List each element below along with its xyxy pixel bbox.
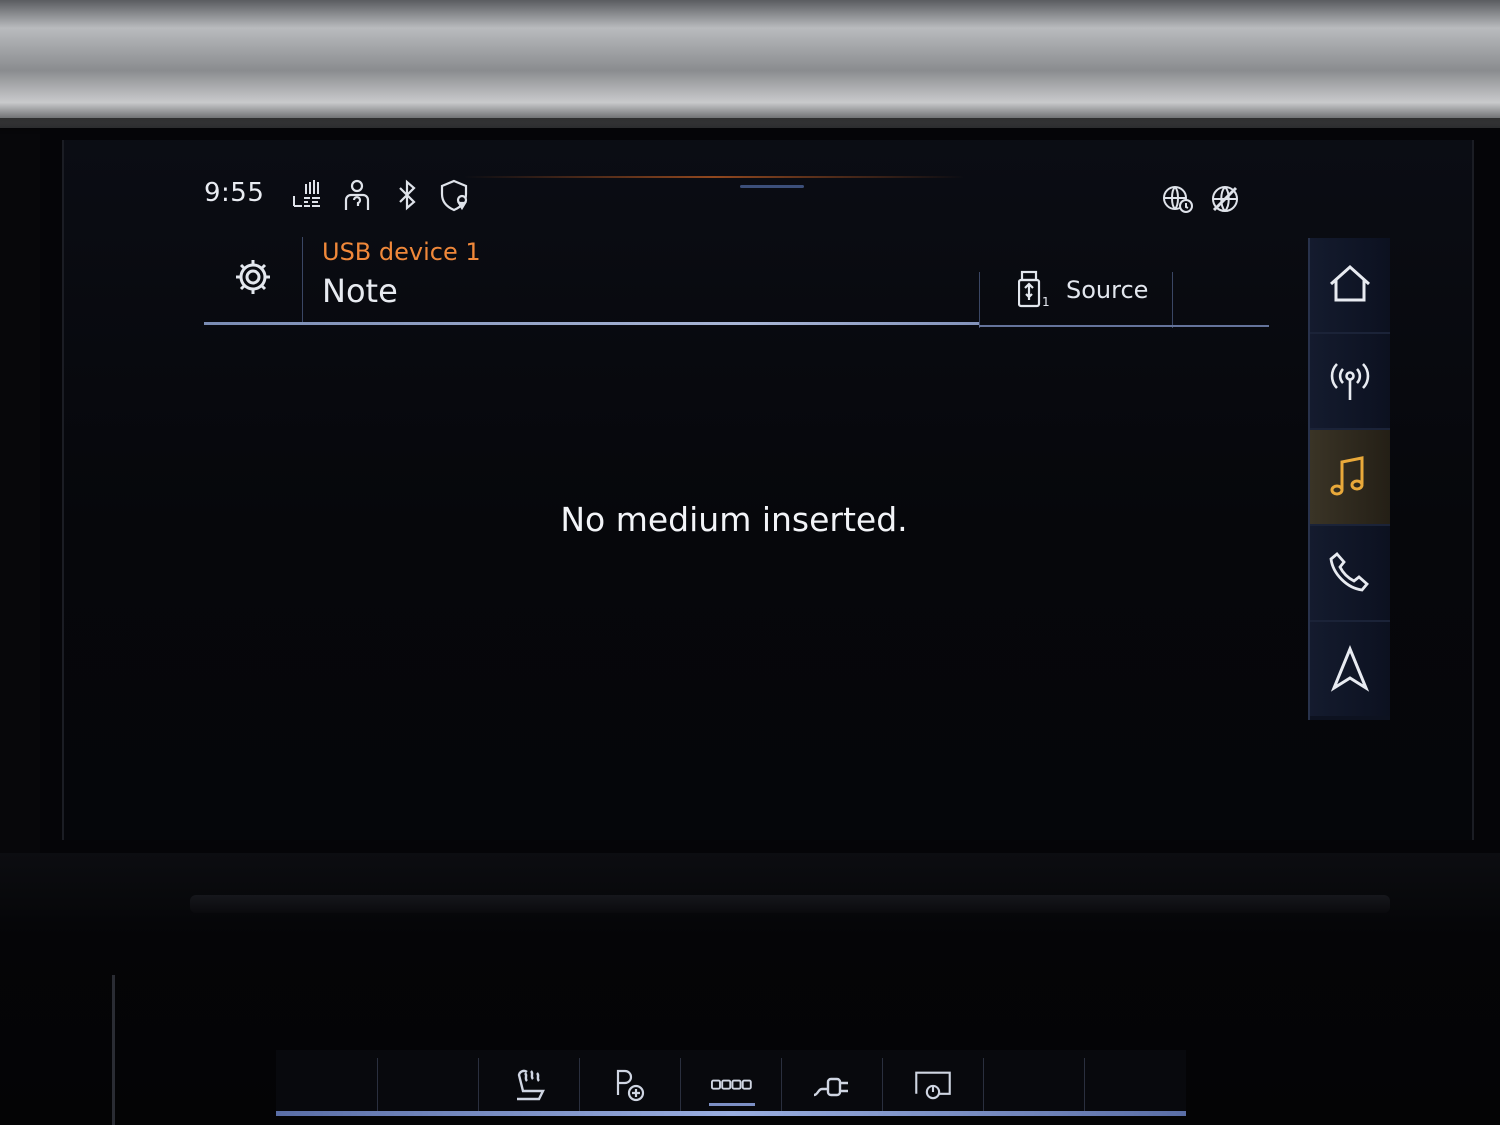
gear-icon [236,260,270,294]
clock: 9:55 [204,178,265,208]
online-services-icon [1159,182,1195,218]
display-power-icon [915,1071,951,1100]
infotainment-screen: 9:55 USB device 1 Note 1 Source No mediu… [62,140,1474,840]
phone-icon [1329,552,1369,592]
radio-icon [1330,363,1370,400]
display-power-button[interactable] [882,1058,983,1112]
source-button[interactable]: 1 Source [982,262,1172,318]
charging-button[interactable] [781,1058,882,1112]
dock-item-phone[interactable] [1310,526,1390,622]
source-label: USB device 1 [322,238,481,266]
charging-icon [813,1077,848,1097]
climate-blank-3[interactable] [983,1058,1084,1112]
settings-button[interactable] [204,232,302,322]
no-medium-message: No medium inserted. [560,500,908,539]
seat-heating-icon [517,1069,545,1101]
hazard-keypad-button[interactable] [680,1058,781,1112]
track-title: Note [322,272,398,310]
header-underline [204,322,979,325]
hazard-keypad-icon [710,1079,752,1090]
online-services-2-icon [1207,182,1243,218]
pull-down-handle[interactable] [740,185,804,188]
seat-heating-button[interactable] [478,1058,579,1112]
dock-item-media[interactable] [1310,430,1390,526]
main-menu-dock [1308,238,1390,720]
music-icon [1330,456,1364,496]
climate-blank-2[interactable] [377,1058,478,1112]
svg-text:1: 1 [1042,295,1050,309]
bluetooth-icon [389,178,425,214]
usb-icon: 1 [1018,270,1050,309]
dock-item-radio[interactable] [1310,334,1390,430]
media-header: USB device 1 Note 1 Source [204,232,1274,330]
lte-signal-icon [289,178,325,214]
climate-blank-1[interactable] [276,1058,376,1112]
navigation-icon [1330,645,1370,692]
climate-blank-4[interactable] [1084,1058,1185,1112]
parking-icon [616,1069,645,1102]
dashboard-trim [0,0,1500,128]
dock-item-home[interactable] [1310,238,1390,334]
climate-control-bar [276,1050,1186,1116]
driver-profile-icon [339,178,375,214]
dock-item-navigation[interactable] [1310,622,1390,716]
home-icon [1329,264,1371,302]
privacy-location-icon [437,178,473,214]
parking-button[interactable] [579,1058,680,1112]
source-button-label: Source [1066,276,1149,304]
